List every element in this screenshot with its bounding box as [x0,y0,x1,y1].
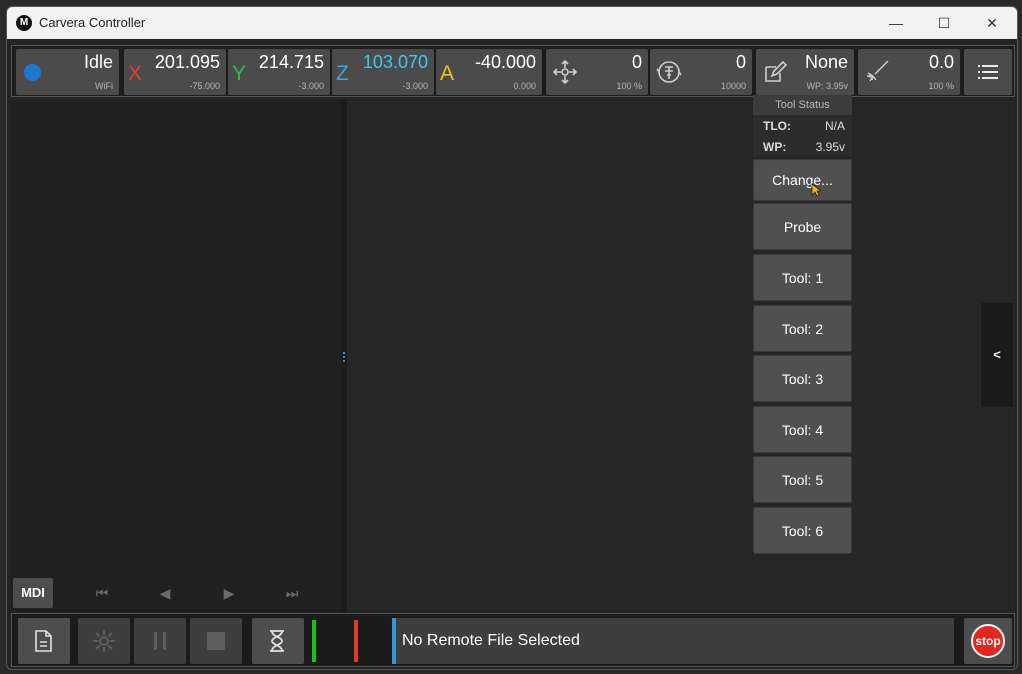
y-work-offset: -3.000 [298,81,324,91]
pause-icon [154,632,166,650]
tool-status-dropdown: Tool Status TLO: N/A WP: 3.95v Change...… [753,95,852,554]
tool-status-info: TLO: N/A WP: 3.95v [753,115,852,157]
first-line-button[interactable]: ⏮ [87,580,117,606]
x-axis-label: X [128,62,143,85]
feed-rate: 0 [631,52,642,72]
hourglass-icon [270,630,284,652]
tlo-row: TLO: N/A [763,117,845,135]
z-axis-tile[interactable]: Z 103.070 -3.000 [332,49,434,95]
tlo-value: N/A [824,119,845,133]
a-position: -40.000 [474,52,536,72]
green-status-indicator [312,620,316,662]
laser-override: 100 % [928,81,954,91]
tool-6-button[interactable]: Tool: 6 [753,507,852,554]
feed-tile[interactable]: 0 100 % [546,49,648,95]
wp-label: WP: [763,140,787,154]
hourglass-button[interactable] [252,618,304,664]
z-axis-label: Z [336,62,349,85]
collapse-panel-button[interactable]: < [981,303,1013,407]
x-work-offset: -75.000 [189,81,220,91]
wp-value: 3.95v [815,140,845,154]
z-work-offset: -3.000 [402,81,428,91]
connection-type: WiFi [95,81,113,91]
stop-job-button[interactable] [190,618,242,664]
tlo-label: TLO: [763,119,791,133]
probe-button[interactable]: Probe [753,203,852,250]
x-axis-tile[interactable]: X 201.095 -75.000 [124,49,226,95]
hamburger-menu-icon [978,65,998,79]
app-logo-icon: M [16,15,32,31]
a-axis-label: A [440,62,455,85]
settings-button[interactable] [78,618,130,664]
tool-3-button[interactable]: Tool: 3 [753,355,852,402]
spindle-speed: 0 [735,52,746,72]
stop-sign-icon: stop [971,624,1005,658]
wp-row: WP: 3.95v [763,138,845,156]
feed-override: 100 % [616,81,642,91]
laser-tile[interactable]: 0.0 100 % [858,49,960,95]
tool-status-header: Tool Status [753,95,852,115]
open-file-button[interactable] [18,618,70,664]
laser-icon [867,60,889,82]
emergency-stop-button[interactable]: stop [964,618,1012,664]
tool-wp-voltage: WP: 3.95v [806,81,848,91]
bottom-toolbar: No Remote File Selected stop [11,613,1015,667]
prev-line-button[interactable]: ◀ [150,580,180,606]
machine-status-tile[interactable]: Idle WiFi [16,49,119,95]
left-panel [11,100,341,612]
status-indicator-icon [24,64,41,81]
change-tool-button[interactable]: Change... [753,159,852,201]
stop-square-icon [207,632,225,650]
y-axis-tile[interactable]: Y 214.715 -3.000 [228,49,330,95]
tool-1-button[interactable]: Tool: 1 [753,254,852,301]
spindle-icon [656,61,682,83]
laser-power: 0.0 [928,52,954,72]
y-position: 214.715 [258,52,324,72]
y-axis-label: Y [232,62,247,85]
tool-tile[interactable]: None WP: 3.95v [756,49,854,95]
z-position: 103.070 [362,52,428,72]
splitter-grip-icon [343,352,345,362]
last-line-button[interactable]: ⏭ [277,580,307,606]
file-icon [35,630,52,652]
x-position: 201.095 [154,52,220,72]
spindle-max: 10000 [720,81,746,91]
gear-icon [93,630,115,652]
current-tool: None [804,52,848,72]
close-button[interactable]: ✕ [969,7,1015,39]
tool-2-button[interactable]: Tool: 2 [753,305,852,352]
pause-button[interactable] [134,618,186,664]
preview-canvas[interactable] [347,100,1015,612]
title-bar: M Carvera Controller — ☐ ✕ [7,7,1017,39]
move-arrows-icon [552,59,578,85]
tool-edit-icon [765,60,788,82]
status-toolbar: Idle WiFi X 201.095 -75.000 Y 214.715 -3… [11,45,1015,97]
next-line-button[interactable]: ▶ [214,580,244,606]
mouse-pointer-icon [811,183,821,197]
a-axis-tile[interactable]: A -40.000 0.000 [436,49,542,95]
minimize-button[interactable]: — [873,7,919,39]
file-status-label: No Remote File Selected [392,618,954,664]
spindle-tile[interactable]: 0 10000 [650,49,752,95]
machine-state: Idle [83,52,113,72]
window-title: Carvera Controller [39,15,146,30]
maximize-button[interactable]: ☐ [921,7,967,39]
main-menu-button[interactable] [964,49,1012,95]
red-status-indicator [354,620,358,662]
tool-4-button[interactable]: Tool: 4 [753,406,852,453]
a-work-offset: 0.000 [513,81,536,91]
tool-5-button[interactable]: Tool: 5 [753,456,852,503]
mdi-button[interactable]: MDI [13,578,53,608]
app-window: M Carvera Controller — ☐ ✕ Idle WiFi X 2… [6,6,1018,670]
